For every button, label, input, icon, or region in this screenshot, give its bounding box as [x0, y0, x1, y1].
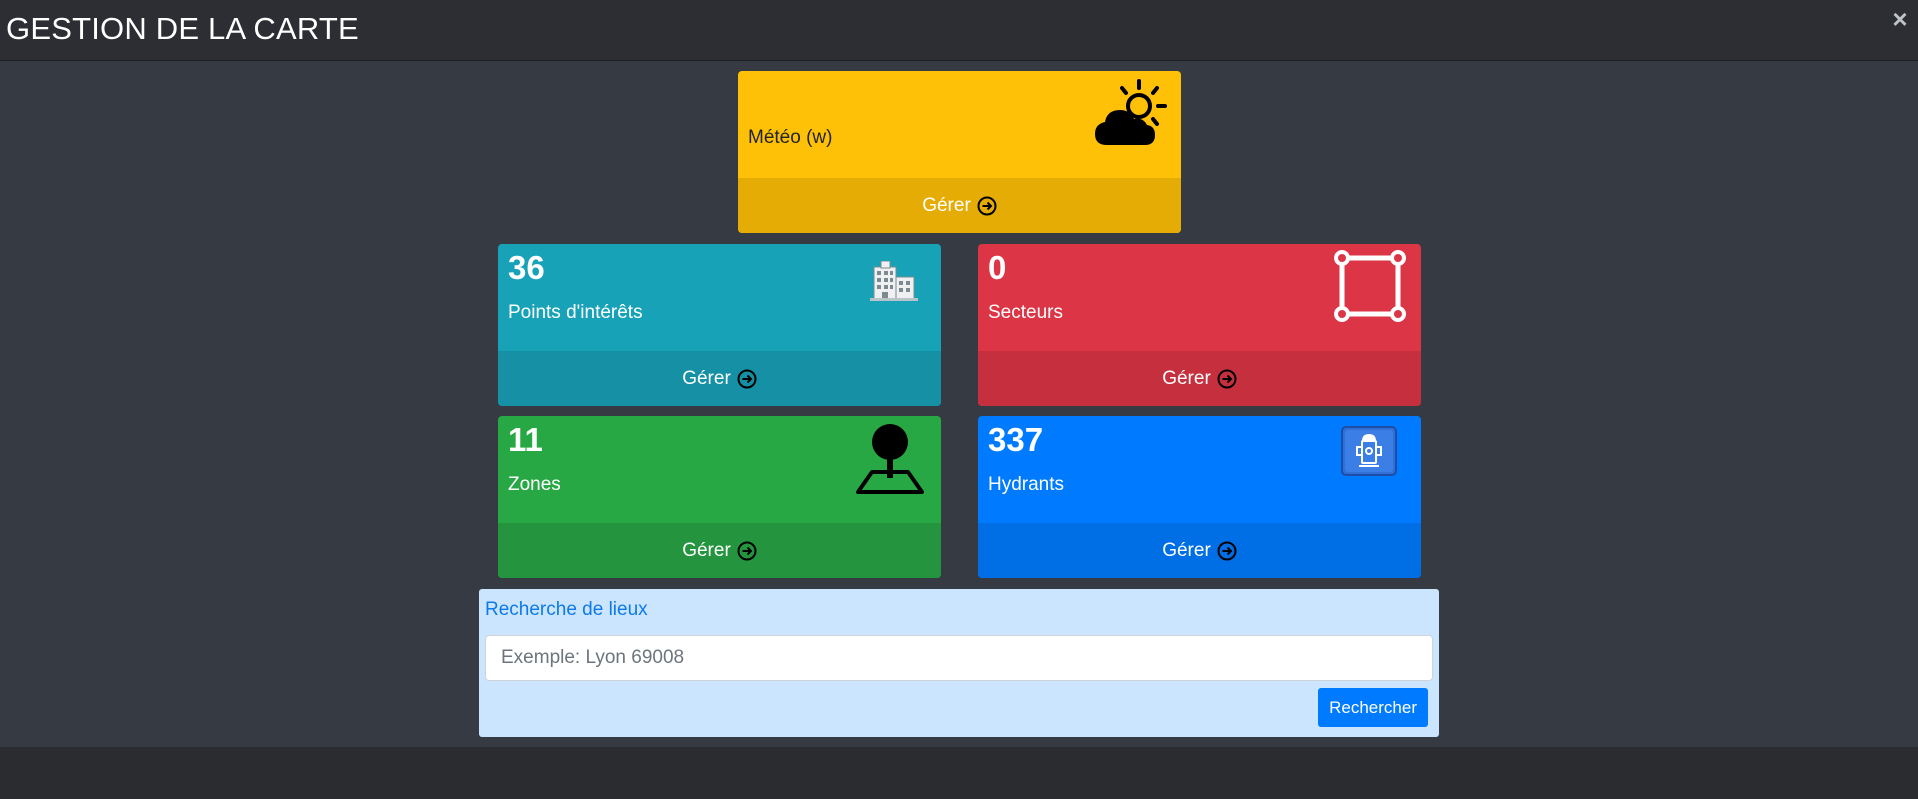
polygon-square-icon: [1334, 250, 1406, 327]
meteo-manage-button[interactable]: Gérer: [738, 178, 1181, 233]
building-icon: [868, 260, 920, 306]
poi-count: 36: [508, 249, 545, 286]
meteo-manage-label: Gérer: [922, 194, 971, 216]
close-button[interactable]: ×: [1888, 6, 1912, 32]
secteurs-count: 0: [988, 249, 1007, 286]
modal-header: GESTION DE LA CARTE ×: [0, 0, 1918, 61]
poi-manage-label: Gérer: [682, 367, 731, 389]
zones-manage-label: Gérer: [682, 539, 731, 561]
arrow-circle-right-icon: [977, 196, 997, 216]
secteurs-manage-button[interactable]: Gérer: [978, 351, 1421, 406]
zones-card-body: 11 Zones: [498, 416, 941, 523]
hydrants-manage-button[interactable]: Gérer: [978, 523, 1421, 578]
meteo-label: Météo (w): [748, 127, 833, 148]
hydrants-card-body: 337 Hydrants: [978, 416, 1421, 523]
place-search-panel: Recherche de lieux Rechercher: [479, 589, 1439, 737]
secteurs-card-body: 0 Secteurs: [978, 244, 1421, 351]
search-button[interactable]: Rechercher: [1318, 688, 1428, 727]
weather-cloud-sun-icon: [1093, 79, 1169, 154]
arrow-circle-right-icon: [737, 369, 757, 389]
poi-manage-button[interactable]: Gérer: [498, 351, 941, 406]
zones-card: 11 Zones Gérer: [498, 416, 941, 578]
arrow-circle-right-icon: [1217, 541, 1237, 561]
hydrant-icon: [1341, 426, 1397, 481]
meteo-card-body: Météo (w): [738, 71, 1181, 178]
hydrants-card: 337 Hydrants Gérer: [978, 416, 1421, 578]
hydrants-label: Hydrants: [988, 474, 1065, 495]
zones-count: 11: [508, 421, 543, 458]
place-search-input[interactable]: [485, 635, 1433, 681]
meteo-card: Météo (w) Gérer: [738, 71, 1181, 233]
secteurs-label: Secteurs: [988, 302, 1063, 323]
page-title: GESTION DE LA CARTE: [6, 11, 359, 46]
secteurs-card: 0 Secteurs Gérer: [978, 244, 1421, 406]
place-search-title: Recherche de lieux: [485, 599, 648, 620]
secteurs-manage-label: Gérer: [1162, 367, 1211, 389]
hydrants-manage-label: Gérer: [1162, 539, 1211, 561]
modal-footer: [0, 747, 1918, 799]
arrow-circle-right-icon: [737, 541, 757, 561]
poi-card-body: 36 Points d'intérêts: [498, 244, 941, 351]
zones-manage-button[interactable]: Gérer: [498, 523, 941, 578]
poi-card: 36 Points d'intérêts Gérer: [498, 244, 941, 406]
hydrants-count: 337: [988, 421, 1044, 458]
map-pin-area-icon: [854, 420, 926, 501]
zones-label: Zones: [508, 474, 561, 495]
poi-label: Points d'intérêts: [508, 302, 643, 323]
arrow-circle-right-icon: [1217, 369, 1237, 389]
